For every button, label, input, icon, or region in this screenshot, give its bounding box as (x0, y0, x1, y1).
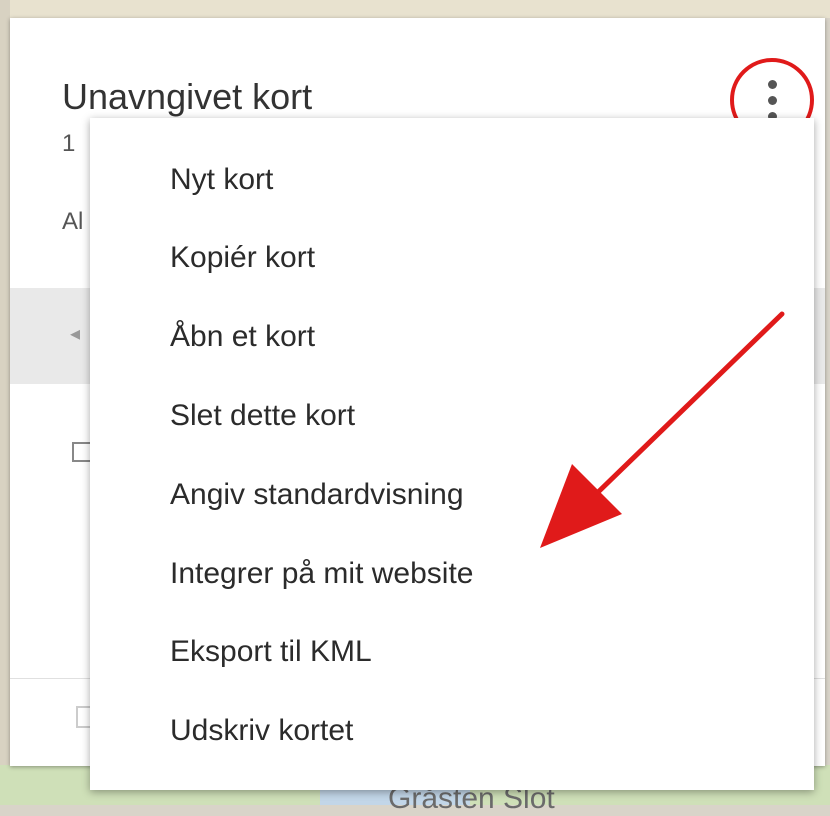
map-meta-text: 1 (62, 130, 76, 157)
layer-checkbox[interactable] (72, 442, 92, 462)
menu-item-embed-website[interactable]: Integrer på mit website (170, 552, 473, 596)
layer-icon: ◂ (70, 323, 81, 345)
menu-item-print-map[interactable]: Udskriv kortet (170, 709, 353, 753)
menu-item-default-view[interactable]: Angiv standardvisning (170, 473, 464, 517)
menu-item-new-map[interactable]: Nyt kort (170, 158, 273, 202)
map-background-top (0, 0, 830, 18)
menu-item-delete-map[interactable]: Slet dette kort (170, 394, 355, 438)
menu-item-export-kml[interactable]: Eksport til KML (170, 630, 372, 674)
menu-item-open-map[interactable]: Åbn et kort (170, 315, 315, 359)
map-description-text[interactable]: Al (62, 208, 83, 236)
map-background-left (0, 0, 10, 805)
options-menu: Nyt kort Kopiér kort Åbn et kort Slet de… (90, 118, 814, 790)
map-title[interactable]: Unavngivet kort (62, 76, 312, 118)
menu-item-copy-map[interactable]: Kopiér kort (170, 236, 315, 280)
